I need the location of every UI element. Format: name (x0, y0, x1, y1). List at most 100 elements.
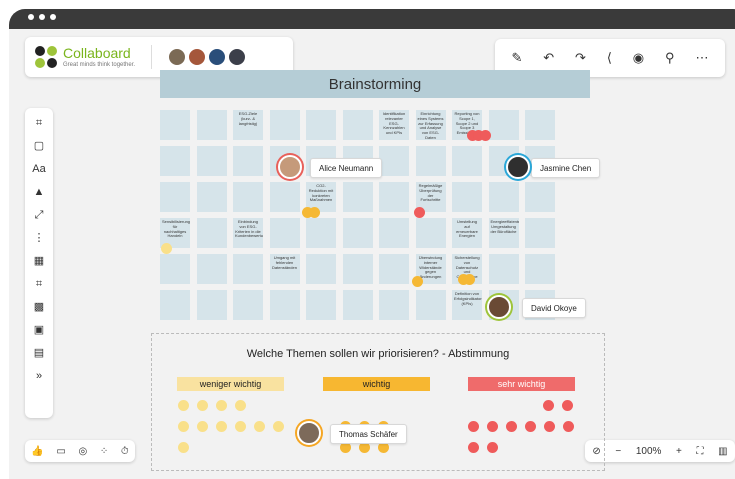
vote-dot[interactable] (487, 421, 498, 432)
vote-dot[interactable] (273, 421, 284, 432)
vote-dot[interactable] (235, 421, 246, 432)
share-icon[interactable]: ⟨ (607, 50, 612, 66)
window-controls[interactable] (28, 14, 56, 20)
avatar[interactable] (208, 48, 227, 66)
vote-dot[interactable] (178, 421, 189, 432)
avatar[interactable] (188, 48, 207, 66)
sticky-note[interactable] (379, 254, 409, 284)
sticky-note[interactable] (525, 218, 555, 248)
map-icon[interactable]: ▥ (718, 446, 727, 457)
sticky-note[interactable] (306, 110, 336, 140)
sticky-note[interactable]: Energieeffiziente Umgestaltung der Bürof… (488, 218, 519, 248)
vote-dot[interactable] (178, 442, 189, 453)
cursor-icon[interactable]: ⁘ (100, 446, 108, 457)
sticky-note[interactable] (488, 110, 519, 140)
focus-icon[interactable]: ◎ (78, 446, 87, 457)
vote-dot[interactable] (216, 421, 227, 432)
vote-dot[interactable] (235, 400, 246, 411)
vote-dot[interactable] (544, 421, 555, 432)
vote-dot[interactable] (178, 400, 189, 411)
present-icon[interactable]: ▭ (56, 446, 65, 457)
sticky-note[interactable] (342, 182, 373, 212)
sticky-note[interactable] (488, 182, 519, 212)
sticky-note[interactable]: Identifikation relevanter ESG-Kennzahlen… (379, 110, 409, 140)
category-mid[interactable]: wichtig (323, 377, 430, 391)
vote-dot[interactable] (254, 421, 265, 432)
vote-dot[interactable] (525, 421, 536, 432)
sticky-note[interactable] (379, 290, 409, 320)
table-tool-icon[interactable]: ▦ (29, 252, 49, 270)
zoom-in-button[interactable]: + (676, 446, 682, 457)
sticky-note[interactable] (160, 290, 190, 320)
fit-screen-icon[interactable]: ⛶ (697, 446, 704, 457)
like-icon[interactable]: 👍 (31, 446, 43, 457)
vote-dot[interactable] (487, 442, 498, 453)
sticky-note[interactable] (160, 110, 190, 140)
sticky-note[interactable] (269, 182, 300, 212)
vote-dot[interactable] (506, 421, 517, 432)
sticky-note[interactable] (452, 182, 482, 212)
board-title[interactable]: Brainstorming (160, 70, 590, 98)
sticky-note[interactable] (196, 182, 227, 212)
sticky-note[interactable] (160, 182, 190, 212)
list-tool-icon[interactable]: ⋮ (29, 229, 49, 247)
vote-dot[interactable] (216, 400, 227, 411)
sticky-note[interactable] (233, 182, 263, 212)
vote-dot[interactable] (563, 421, 574, 432)
connector-tool-icon[interactable]: ⤢ (29, 206, 49, 224)
sticky-note[interactable] (196, 218, 227, 248)
sticky-note[interactable] (415, 218, 446, 248)
sticky-note[interactable] (160, 254, 190, 284)
timer-icon[interactable]: ⏱ (121, 446, 129, 457)
sticky-note[interactable] (415, 290, 446, 320)
zoom-out-button[interactable]: − (615, 446, 621, 457)
zoom-level[interactable]: 100% (636, 446, 662, 457)
sticky-note[interactable] (196, 254, 227, 284)
image-tool-icon[interactable]: ▩ (29, 298, 49, 316)
avatar[interactable] (168, 48, 187, 66)
sticky-note[interactable] (525, 254, 555, 284)
more-icon[interactable]: ⋯ (695, 50, 708, 66)
sticky-note[interactable]: Einrichtung eines Systems zur Erfassung … (415, 110, 446, 140)
avatar[interactable] (228, 48, 247, 66)
undo-icon[interactable]: ↶ (543, 50, 554, 66)
category-low[interactable]: weniger wichtig (177, 377, 284, 391)
sticky-note[interactable] (306, 254, 336, 284)
frame-tool-icon[interactable]: ⌗ (29, 114, 49, 132)
sticky-note[interactable] (233, 290, 263, 320)
template-tool-icon[interactable]: ▣ (29, 321, 49, 339)
sticky-note[interactable] (488, 254, 519, 284)
text-tool-icon[interactable]: Aa (29, 160, 49, 178)
expand-icon[interactable]: » (29, 367, 49, 385)
timer-cursor-icon[interactable]: ◉ (633, 50, 644, 66)
sticky-note[interactable] (196, 110, 227, 140)
vote-dot[interactable] (197, 400, 208, 411)
vote-dot[interactable] (543, 400, 554, 411)
sticky-note-tool-icon[interactable]: ▢ (29, 137, 49, 155)
sticky-note[interactable] (196, 290, 227, 320)
sticky-note[interactable] (160, 146, 190, 176)
sticky-note[interactable]: Umgang mit fehlenden Datenständen (269, 254, 300, 284)
sticky-note[interactable] (379, 182, 409, 212)
sticky-note[interactable] (342, 254, 373, 284)
sticky-note[interactable] (342, 290, 373, 320)
comment-tool-icon[interactable]: ▤ (29, 344, 49, 362)
vote-dot[interactable] (468, 442, 479, 453)
sticky-note[interactable] (269, 218, 300, 248)
crop-tool-icon[interactable]: ⌗ (29, 275, 49, 293)
sticky-note[interactable] (342, 218, 373, 248)
sticky-note[interactable] (196, 146, 227, 176)
search-icon[interactable]: ⚲ (665, 50, 675, 66)
magic-wand-icon[interactable]: ✎ (511, 50, 522, 66)
sticky-note[interactable]: Einbindung von ESG-Kriterien in die Kund… (233, 218, 263, 248)
sticky-note[interactable] (233, 254, 263, 284)
sticky-note[interactable]: Definition von Erfolgsindikatoren (KPIs) (452, 290, 482, 320)
vote-dot[interactable] (562, 400, 573, 411)
sticky-note[interactable]: Umstellung auf erneuerbare Energien (452, 218, 482, 248)
vote-dot[interactable] (468, 421, 479, 432)
sticky-note[interactable] (342, 110, 373, 140)
sticky-note[interactable] (306, 218, 336, 248)
redo-icon[interactable]: ↷ (575, 50, 586, 66)
sticky-note[interactable] (306, 290, 336, 320)
shapes-tool-icon[interactable]: ▲ (29, 183, 49, 201)
